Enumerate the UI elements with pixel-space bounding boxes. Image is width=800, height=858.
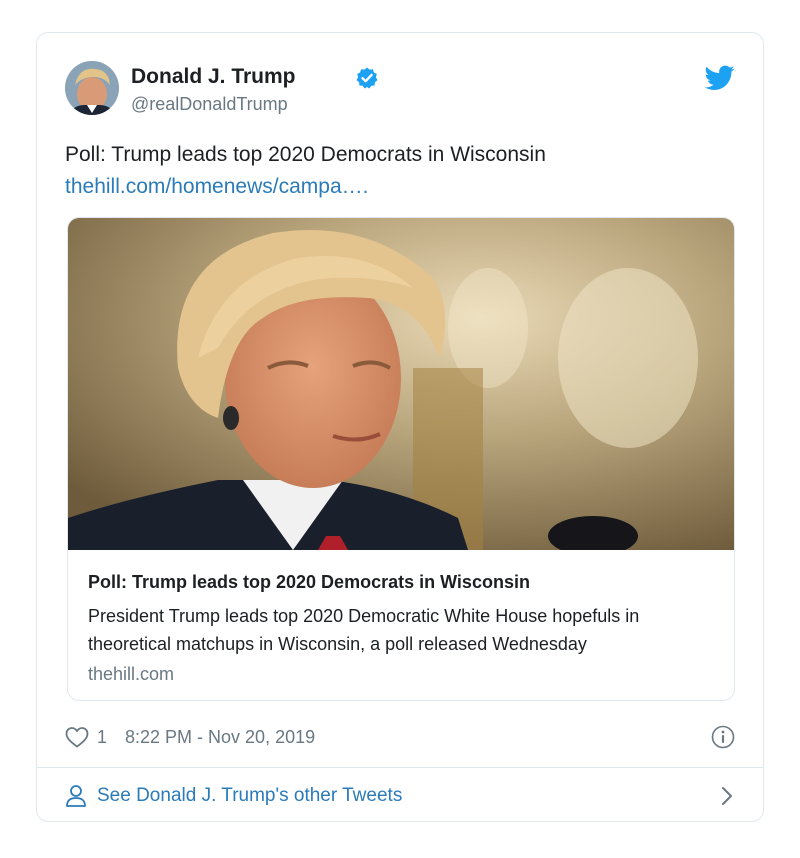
tweet-footer: 1 8:22 PM - Nov 20, 2019 (65, 723, 735, 753)
twitter-bird-icon[interactable] (705, 65, 735, 91)
heart-icon[interactable] (65, 726, 89, 748)
tweet-header: Donald J. Trump @realDonaldTrump (65, 61, 735, 121)
card-domain: thehill.com (88, 664, 175, 684)
tweet-text: Poll: Trump leads top 2020 Democrats in … (65, 139, 737, 203)
see-other-tweets-link[interactable]: See Donald J. Trump's other Tweets (65, 781, 735, 811)
avatar[interactable] (65, 61, 119, 115)
chevron-right-icon[interactable] (719, 785, 735, 807)
card-description: President Trump leads top 2020 Democrati… (88, 606, 640, 654)
like-count[interactable]: 1 (97, 727, 107, 748)
avatar-image (65, 61, 119, 115)
tweet-embed-card[interactable]: Donald J. Trump @realDonaldTrump Poll: T… (36, 32, 764, 822)
verified-badge-icon (356, 67, 378, 89)
author-display-name[interactable]: Donald J. Trump (131, 65, 296, 89)
footer-divider (37, 767, 763, 768)
tweet-timestamp[interactable]: 8:22 PM - Nov 20, 2019 (125, 727, 315, 748)
link-preview-card[interactable]: Poll: Trump leads top 2020 Democrats in … (67, 217, 735, 701)
info-icon[interactable] (711, 725, 735, 749)
card-title: Poll: Trump leads top 2020 Democrats in … (88, 572, 530, 592)
card-image (68, 218, 734, 550)
see-other-tweets-label[interactable]: See Donald J. Trump's other Tweets (97, 785, 402, 807)
tweet-link[interactable]: thehill.com/homenews/campa…. (65, 171, 737, 203)
tweet-body-text: Poll: Trump leads top 2020 Democrats in … (65, 143, 546, 166)
person-icon (66, 785, 86, 807)
author-handle[interactable]: @realDonaldTrump (131, 94, 288, 115)
